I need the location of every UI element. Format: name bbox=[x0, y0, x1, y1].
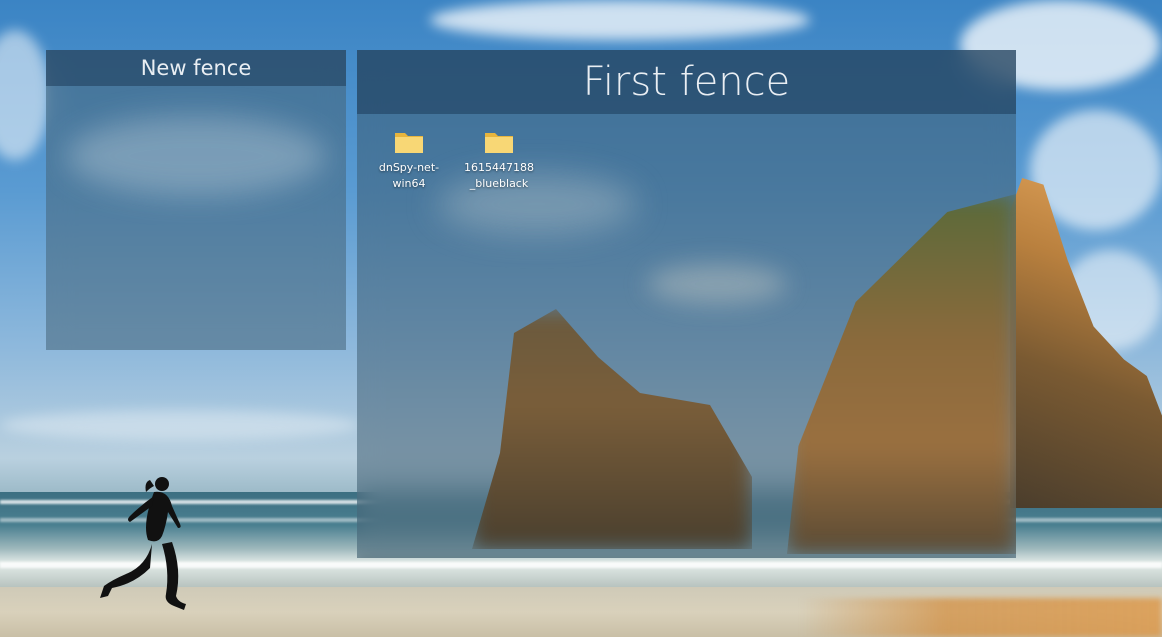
fence-body[interactable] bbox=[46, 86, 346, 350]
wallpaper-runner bbox=[100, 477, 186, 610]
fence-title[interactable]: New fence bbox=[46, 50, 346, 86]
desktop[interactable]: New fence First fence dnSpy-net- win64 1… bbox=[0, 0, 1162, 637]
wallpaper-cloud bbox=[430, 0, 810, 40]
folder-label-line2: win64 bbox=[392, 177, 426, 190]
fence-body[interactable]: dnSpy-net- win64 1615447188 _blueblack bbox=[357, 114, 1016, 558]
folder-label-line2: _blueblack bbox=[469, 177, 529, 190]
folder-icon bbox=[485, 133, 513, 153]
wallpaper-cloud bbox=[0, 410, 360, 440]
wallpaper-cloud bbox=[0, 30, 50, 160]
folder-item[interactable]: dnSpy-net- win64 bbox=[371, 130, 447, 192]
fence-new[interactable]: New fence bbox=[46, 50, 346, 350]
folder-item[interactable]: 1615447188 _blueblack bbox=[461, 130, 537, 192]
fence-title[interactable]: First fence bbox=[357, 50, 1016, 114]
folder-label-line1: 1615447188 bbox=[464, 161, 534, 174]
folder-label-line1: dnSpy-net- bbox=[378, 161, 440, 174]
folder-icon bbox=[395, 133, 423, 153]
fence-first[interactable]: First fence dnSpy-net- win64 1615447188 … bbox=[357, 50, 1016, 558]
wallpaper-reflection bbox=[800, 598, 1162, 637]
